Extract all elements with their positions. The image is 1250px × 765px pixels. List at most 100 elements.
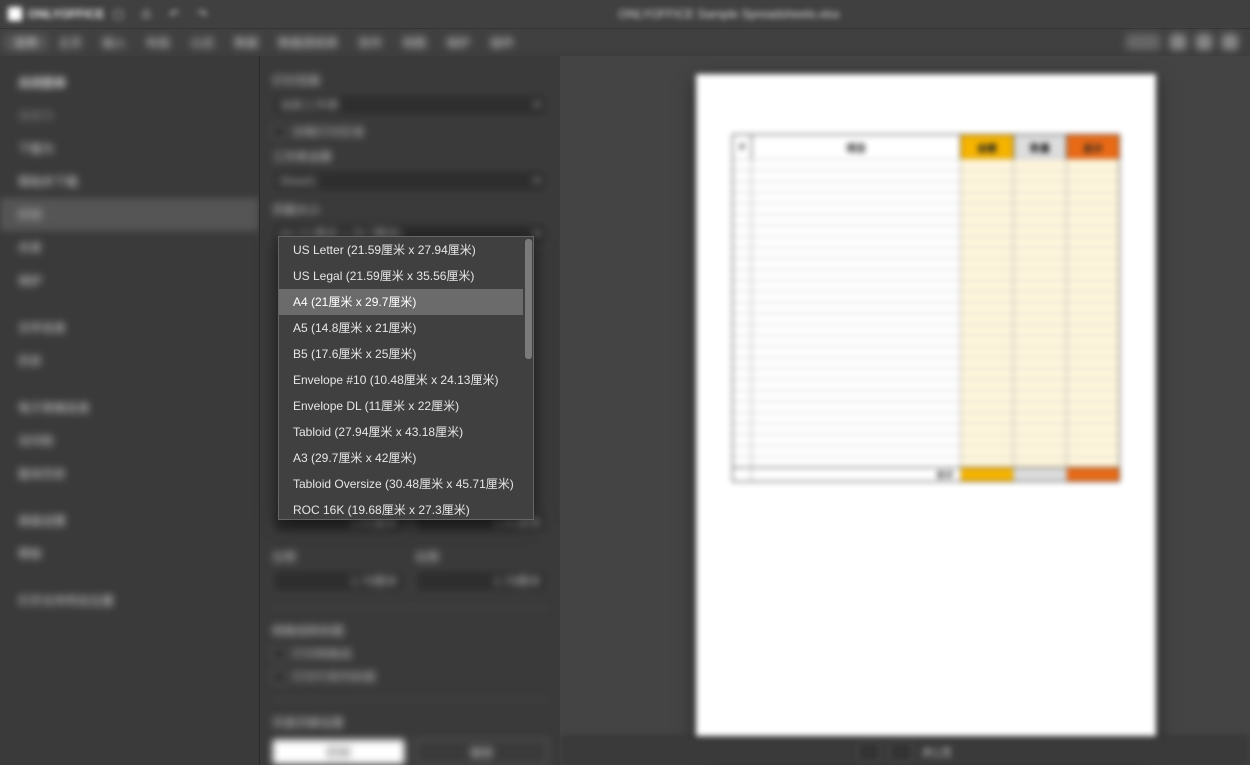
table-row [733,434,1119,445]
redo-icon[interactable]: ↷ [188,4,216,24]
table-row [733,170,1119,181]
tab-protect[interactable]: 保护 [436,34,480,51]
sidebar-item[interactable]: 高级设置 [0,504,259,537]
margin-left-input[interactable]: 1.78厘米 [272,569,405,593]
page-size-option[interactable]: A4 (21厘米 x 29.7厘米) [279,289,523,315]
page-size-dropdown[interactable]: US Letter (21.59厘米 x 27.94厘米)US Legal (2… [278,236,534,520]
tab-file[interactable]: 文件 [4,34,48,51]
page-size-option[interactable]: A5 (14.8厘米 x 21厘米) [279,315,523,341]
page-size-option[interactable]: US Letter (21.59厘米 x 27.94厘米) [279,237,523,263]
page-size-option[interactable]: ROC 16K (19.68厘米 x 27.3厘米) [279,497,523,519]
app-brand: ONLYOFFICE [8,7,104,21]
save-icon[interactable]: ▢ [104,4,132,24]
scrollbar-thumb[interactable] [525,239,532,359]
save-pdf-button[interactable]: 保存 [415,739,548,765]
tab-plugins[interactable]: 插件 [480,34,524,51]
sheet-select[interactable]: Sheet1 [272,169,548,193]
print-icon[interactable]: ⎙ [132,4,160,24]
table-row [733,280,1119,291]
page-size-option[interactable]: Tabloid Oversize (30.48厘米 x 45.71厘米) [279,471,523,497]
more-icon[interactable] [1222,34,1238,50]
sidebar-item[interactable]: 版本历史 [0,457,259,490]
tab-home[interactable]: 主页 [48,34,92,51]
col-index: # [733,135,752,159]
titlebar: ONLYOFFICE ▢ ⎙ ↶ ↷ ONLYOFFICE Sample Spr… [0,0,1250,29]
sidebar-item[interactable]: 帮助并下载 [0,165,259,198]
table-row [733,203,1119,214]
sidebar-item[interactable]: 打印 [0,198,259,231]
page-size-option[interactable]: Tabloid (27.94厘米 x 43.18厘米) [279,419,523,445]
sheet-label: 工作表设置 [272,148,548,165]
table-footer-label: 合计 [752,467,961,481]
margin-right-input[interactable]: 1.78厘米 [415,569,548,593]
print-gridlines-checkbox[interactable]: 打印网格线 [272,645,548,662]
table-row [733,456,1119,467]
tab-collab[interactable]: 协作 [348,34,392,51]
table-row [733,379,1119,390]
page-size-label: 页面大小 [272,201,548,218]
sidebar-item[interactable]: 电子表格信息 [0,391,259,424]
table-row [733,357,1119,368]
settings-icon[interactable] [1196,34,1212,50]
app-name: ONLYOFFICE [28,7,104,21]
preview-footer: 共1页 [560,736,1250,765]
table-row [733,335,1119,346]
tab-pivot[interactable]: 数据透视表 [268,34,348,51]
table-row [733,412,1119,423]
menubar: 文件 主页 插入 布局 公式 数据 数据透视表 协作 视图 保护 插件 [0,29,1250,56]
sidebar-item[interactable]: 打开文件所在位置 [0,584,259,617]
preview-table: # 项目 金额 数量 总计 合计 [732,134,1120,482]
prev-page-button[interactable] [858,742,880,762]
table-row [733,269,1119,280]
page-size-option[interactable]: A3 (29.7厘米 x 42厘米) [279,445,523,471]
file-sidebar: 关闭菜单另存为下载为帮助并下载打印共享保护文件信息历史电子表格信息访问权版本历史… [0,56,259,765]
tab-view[interactable]: 视图 [392,34,436,51]
table-row [733,159,1119,170]
table-row [733,445,1119,456]
table-row [733,390,1119,401]
table-row [733,346,1119,357]
table-row [733,423,1119,434]
print-headings-checkbox[interactable]: 打印行和列标题 [272,668,548,685]
sidebar-item[interactable]: 历史 [0,344,259,377]
dropdown-scrollbar[interactable] [525,239,532,517]
table-row [733,368,1119,379]
range-select[interactable]: 当前工作表 [272,93,548,117]
col-amount: 金额 [961,135,1014,159]
sidebar-item[interactable]: 保护 [0,264,259,297]
table-row [733,313,1119,324]
tab-insert[interactable]: 插入 [92,34,136,51]
col-qty: 数量 [1014,135,1067,159]
sidebar-item[interactable]: 访问权 [0,424,259,457]
undo-icon[interactable]: ↶ [160,4,188,24]
table-row [733,291,1119,302]
search-icon[interactable] [1170,34,1186,50]
page-size-option[interactable]: Envelope #10 (10.48厘米 x 24.13厘米) [279,367,523,393]
print-button[interactable]: 打印 [272,739,405,765]
sidebar-item[interactable]: 关闭菜单 [0,66,259,99]
sidebar-item[interactable]: 文件信息 [0,311,259,344]
document-title: ONLYOFFICE Sample Spreadsheets.xlsx [216,7,1242,21]
sidebar-item[interactable]: 帮助 [0,537,259,570]
col-item: 项目 [752,135,961,159]
table-row [733,192,1119,203]
tab-data[interactable]: 数据 [224,34,268,51]
page-size-option[interactable]: Envelope DL (11厘米 x 22厘米) [279,393,523,419]
next-page-button[interactable] [890,742,912,762]
sidebar-item[interactable]: 共享 [0,231,259,264]
print-preview: # 项目 金额 数量 总计 合计 共1页 [560,56,1250,765]
ignore-print-area-checkbox[interactable]: 忽略打印区域 [272,123,548,140]
table-row [733,401,1119,412]
sidebar-item[interactable]: 另存为 [0,99,259,132]
user-segment[interactable] [1126,34,1160,50]
tab-formula[interactable]: 公式 [180,34,224,51]
table-row [733,247,1119,258]
page-size-option[interactable]: B5 (17.6厘米 x 25厘米) [279,341,523,367]
header-footer-label: 页眉页脚设置 [272,714,548,731]
page-size-option[interactable]: US Legal (21.59厘米 x 35.56厘米) [279,263,523,289]
table-row [733,181,1119,192]
col-total: 总计 [1067,135,1119,159]
tab-layout[interactable]: 布局 [136,34,180,51]
right-label: 右侧 [415,548,548,565]
sidebar-item[interactable]: 下载为 [0,132,259,165]
